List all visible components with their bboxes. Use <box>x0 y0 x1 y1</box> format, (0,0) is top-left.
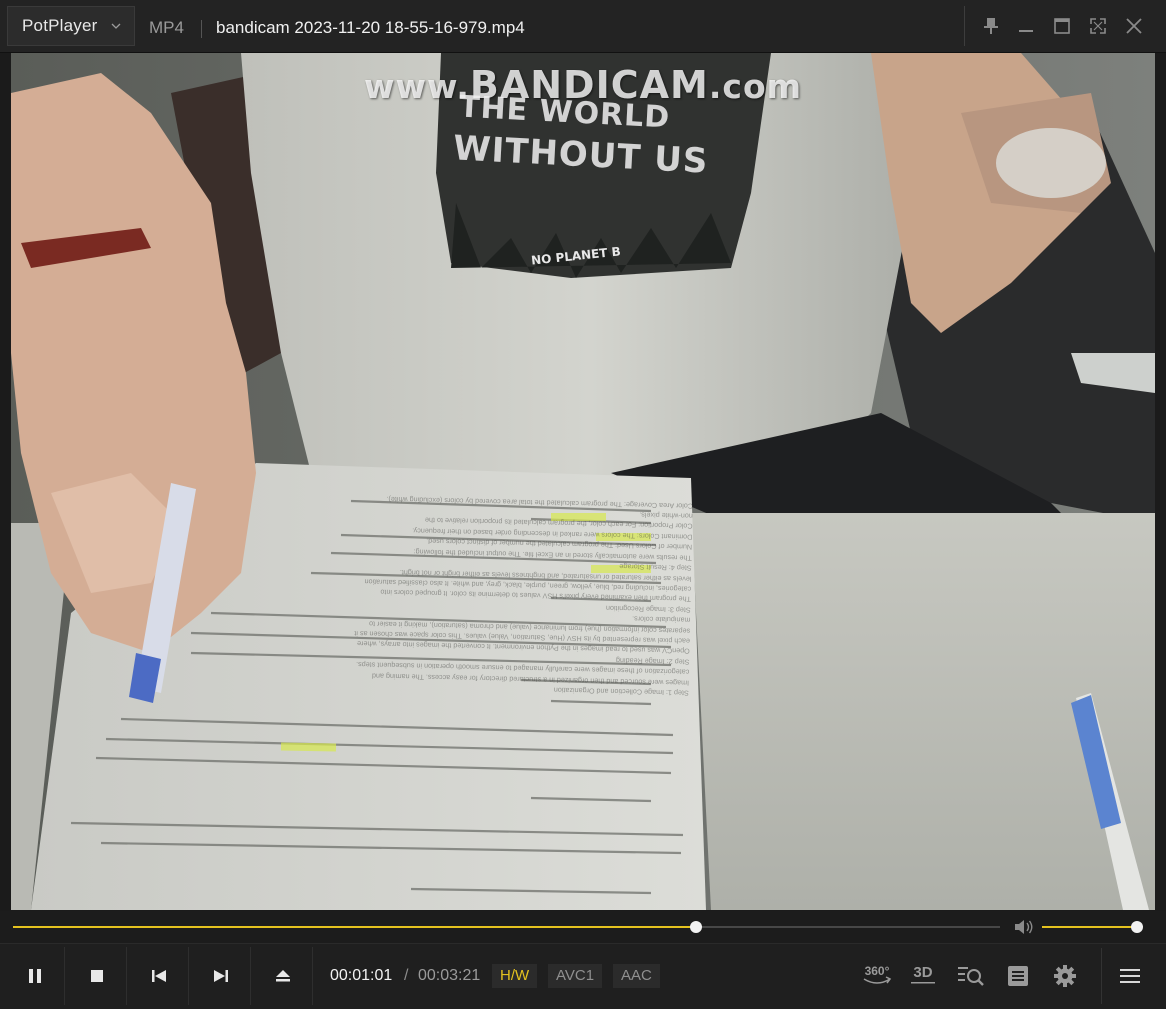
3d-button[interactable]: 3D <box>906 960 940 992</box>
pause-button[interactable] <box>5 947 65 1005</box>
title-divider <box>201 20 202 38</box>
next-button[interactable] <box>191 947 251 1005</box>
video-scene <box>11 53 1155 910</box>
close-icon <box>1126 18 1142 34</box>
minimize-button[interactable] <box>1010 10 1042 42</box>
search-button[interactable] <box>954 960 988 992</box>
volume-icon[interactable] <box>1014 919 1034 935</box>
format-label: MP4 <box>149 18 184 37</box>
pin-icon <box>984 18 998 34</box>
menu-icon <box>1120 969 1140 983</box>
pause-icon <box>28 969 41 983</box>
minimize-icon <box>1019 30 1033 32</box>
hw-decoding-tag[interactable]: H/W <box>492 964 538 988</box>
fullscreen-icon <box>1090 18 1106 34</box>
search-icon <box>958 967 984 986</box>
time-separator: / <box>404 967 409 984</box>
previous-icon <box>151 970 166 982</box>
window-controls-divider <box>964 6 965 46</box>
audio-codec-tag[interactable]: AAC <box>613 964 660 988</box>
volume-level <box>1042 926 1137 928</box>
previous-button[interactable] <box>129 947 189 1005</box>
settings-icon <box>1054 965 1076 987</box>
total-time[interactable]: 00:03:21 <box>418 967 480 985</box>
vr-360-button[interactable]: 360° <box>860 960 894 992</box>
playlist-button[interactable] <box>1001 960 1035 992</box>
seek-thumb[interactable] <box>690 921 702 933</box>
maximize-button[interactable] <box>1046 10 1078 42</box>
control-bar: 00:01:01 / 00:03:21 H/W AVC1 AAC 360° 3D <box>0 943 1166 1009</box>
menu-divider <box>1101 948 1102 1004</box>
seek-progress <box>13 926 696 928</box>
seek-bar[interactable] <box>13 921 1000 933</box>
eject-icon <box>275 970 290 982</box>
current-time[interactable]: 00:01:01 <box>330 967 392 985</box>
vr-360-icon: 360° <box>863 964 892 984</box>
playlist-icon <box>1008 966 1028 986</box>
file-title: bandicam 2023-11-20 18-55-16-979.mp4 <box>216 18 525 37</box>
volume-slider[interactable] <box>1042 921 1143 933</box>
pin-button[interactable] <box>975 10 1007 42</box>
main-menu-button[interactable] <box>1113 960 1147 992</box>
settings-button[interactable] <box>1048 960 1082 992</box>
3d-icon: 3D <box>911 964 935 984</box>
volume-thumb[interactable] <box>1131 921 1143 933</box>
paper-text: Step 1: Image Collection and Organizatio… <box>354 494 694 698</box>
svg-text:360°: 360° <box>865 964 890 978</box>
chevron-down-icon <box>111 23 120 29</box>
close-button[interactable] <box>1118 10 1150 42</box>
video-codec-tag[interactable]: AVC1 <box>548 964 603 988</box>
app-menu-button[interactable]: PotPlayer <box>7 6 135 46</box>
maximize-icon <box>1054 18 1070 34</box>
stop-icon <box>90 970 103 982</box>
app-name: PotPlayer <box>22 16 98 35</box>
fullscreen-button[interactable] <box>1082 10 1114 42</box>
next-icon <box>213 970 228 982</box>
seek-bar-area <box>0 911 1166 943</box>
stop-button[interactable] <box>67 947 127 1005</box>
title-bar[interactable]: PotPlayer MP4 bandicam 2023-11-20 18-55-… <box>0 0 1166 53</box>
eject-button[interactable] <box>253 947 313 1005</box>
svg-text:3D: 3D <box>913 964 932 981</box>
video-frame[interactable]: www.BANDICAM.com THE WORLD WITHOUT US NO… <box>11 53 1155 910</box>
